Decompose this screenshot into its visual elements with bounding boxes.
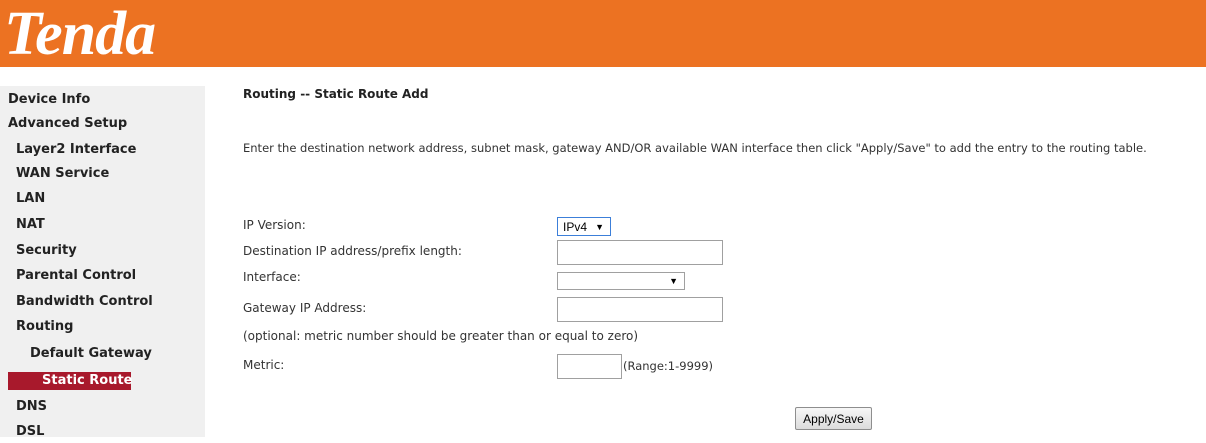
interface-label: Interface: (243, 270, 301, 284)
sidebar: Device Info Advanced Setup Layer2 Interf… (0, 86, 205, 439)
sidebar-item-bandwidth-control[interactable]: Bandwidth Control (16, 291, 153, 313)
sidebar-item-security[interactable]: Security (16, 240, 77, 262)
apply-save-button[interactable]: Apply/Save (795, 407, 872, 430)
gateway-ip-input[interactable] (557, 297, 723, 322)
sidebar-item-default-gateway[interactable]: Default Gateway (30, 343, 152, 365)
ip-version-label: IP Version: (243, 218, 306, 232)
metric-range-hint: (Range:1-9999) (623, 359, 714, 373)
sidebar-item-wan-service[interactable]: WAN Service (16, 163, 109, 185)
header-bar: Tenda (0, 0, 1206, 67)
destination-label: Destination IP address/prefix length: (243, 244, 462, 258)
sidebar-item-advanced-setup[interactable]: Advanced Setup (8, 113, 127, 135)
sidebar-item-dns[interactable]: DNS (16, 396, 47, 418)
metric-input[interactable] (557, 354, 622, 379)
instructions-text: Enter the destination network address, s… (243, 141, 1147, 155)
tenda-logo: Tenda (4, 0, 156, 68)
sidebar-item-static-route[interactable]: Static Route (8, 372, 132, 390)
sidebar-item-routing[interactable]: Routing (16, 316, 73, 338)
page-title: Routing -- Static Route Add (243, 87, 429, 101)
metric-label: Metric: (243, 358, 285, 372)
sidebar-item-device-info[interactable]: Device Info (8, 89, 90, 111)
sidebar-item-lan[interactable]: LAN (16, 188, 45, 210)
sidebar-item-dsl[interactable]: DSL (16, 421, 44, 443)
ip-version-select[interactable]: IPv4 ▼ (557, 217, 611, 236)
sidebar-item-nat[interactable]: NAT (16, 214, 45, 236)
ip-version-value: IPv4 (563, 219, 588, 234)
interface-select[interactable]: ▼ (557, 272, 685, 290)
chevron-down-icon: ▼ (669, 276, 678, 286)
destination-ip-input[interactable] (557, 240, 723, 265)
sidebar-item-layer2-interface[interactable]: Layer2 Interface (16, 139, 136, 161)
metric-optional-note: (optional: metric number should be great… (243, 329, 639, 343)
chevron-down-icon: ▼ (595, 221, 604, 232)
sidebar-item-parental-control[interactable]: Parental Control (16, 265, 136, 287)
gateway-label: Gateway IP Address: (243, 301, 367, 315)
